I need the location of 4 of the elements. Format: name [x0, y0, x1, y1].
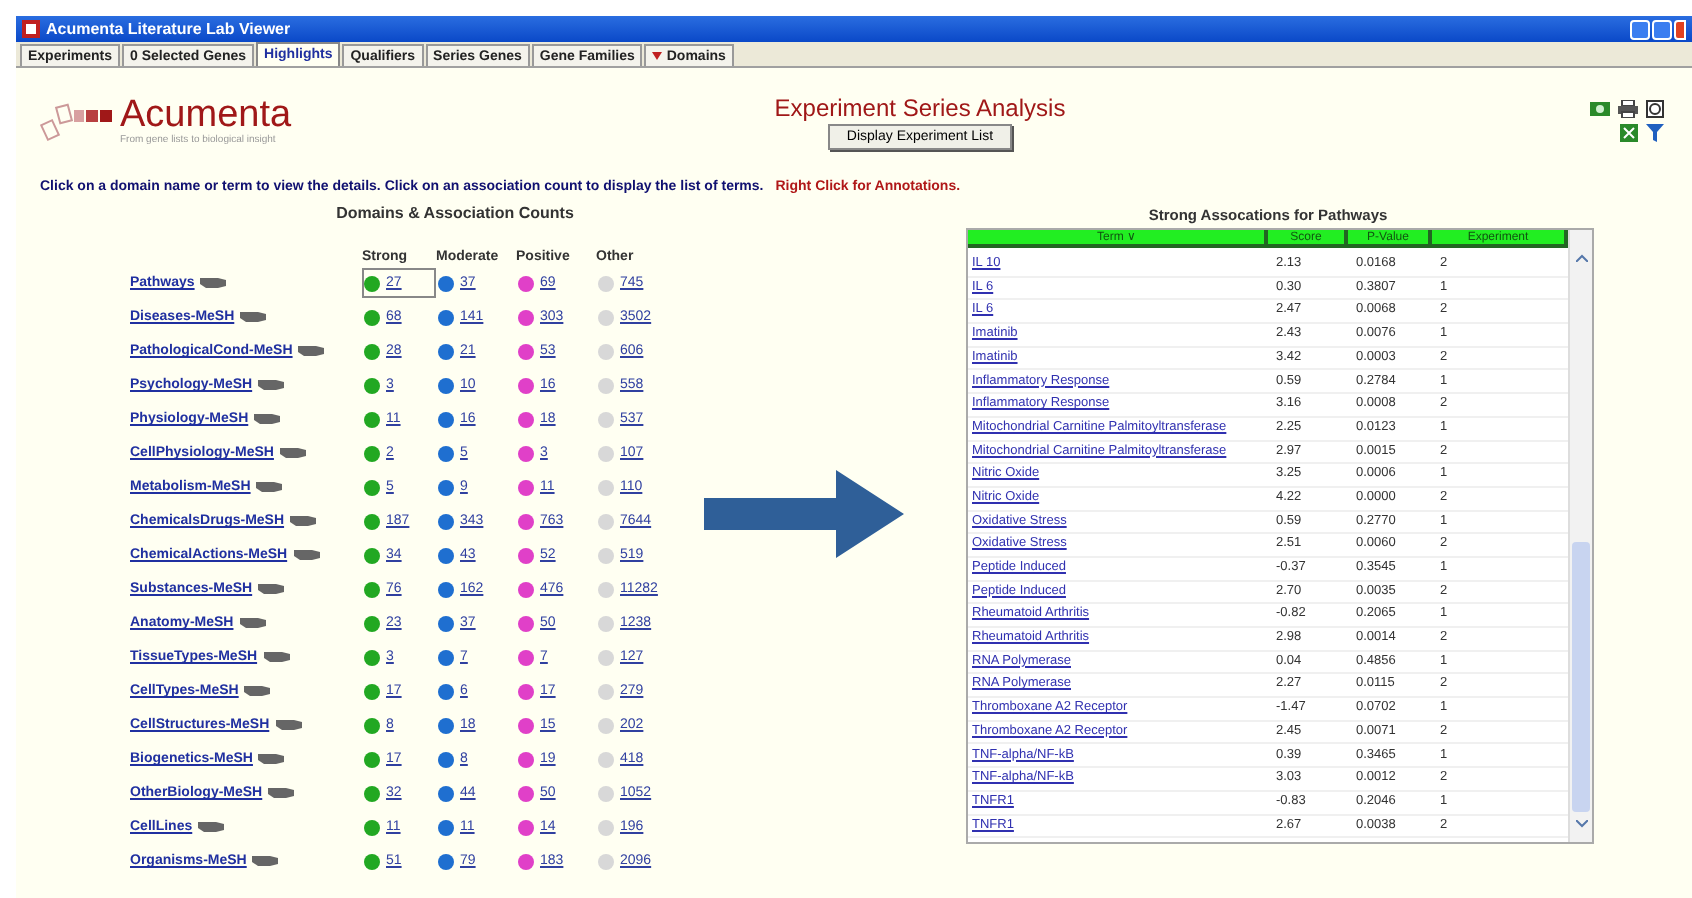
page-title: Experiment Series Analysis — [774, 96, 1066, 120]
panel-title: Domains & Association Counts — [334, 206, 576, 222]
window-title: Acumenta Literature Lab Viewer — [46, 21, 291, 37]
logo-name: Acumenta — [120, 96, 292, 134]
